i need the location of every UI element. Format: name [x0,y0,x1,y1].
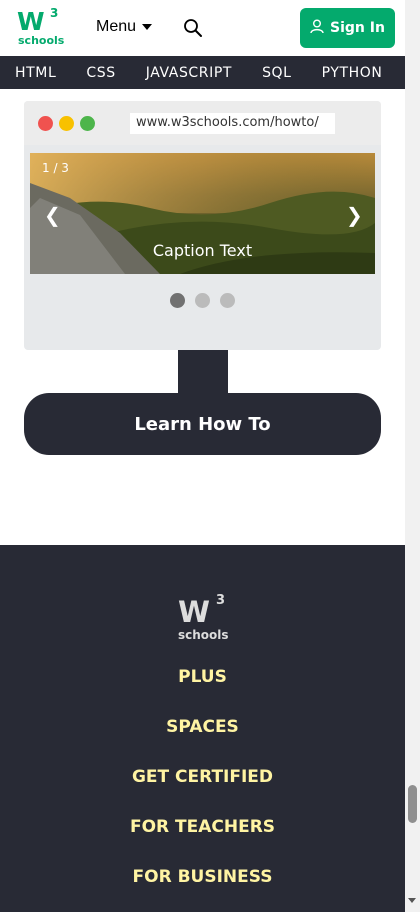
footer-logo[interactable]: W 3 schools [178,593,230,645]
w3schools-logo[interactable]: W 3 schools [17,6,65,47]
logo-superscript: 3 [50,6,59,20]
window-close-dot [38,116,53,131]
scrollbar-thumb[interactable] [408,785,417,823]
logo-main: W [17,7,45,36]
sign-in-label: Sign In [330,20,385,36]
top-header: W 3 schools Menu Sign In [0,0,405,56]
search-icon[interactable] [183,18,203,38]
nav-item-python[interactable]: PYTHON [307,65,398,81]
window-maximize-dot [80,116,95,131]
topic-nav: HTML CSS JAVASCRIPT SQL PYTHON [0,56,405,89]
slide-counter: 1 / 3 [42,161,69,175]
footer-logo-superscript: 3 [216,593,226,608]
nav-item-sql[interactable]: SQL [247,65,307,81]
footer-logo-subtitle: schools [178,628,229,642]
scrollbar-track[interactable] [405,0,420,912]
prev-slide-button[interactable]: ❮ [44,205,61,225]
slide-dot-1[interactable] [170,293,185,308]
slide-dots [170,293,235,308]
nav-item-html[interactable]: HTML [0,65,71,81]
slide-dot-3[interactable] [220,293,235,308]
footer-links: PLUS SPACES GET CERTIFIED FOR TEACHERS F… [0,663,405,912]
monitor-stand [178,350,228,394]
scroll-down-arrow-icon[interactable] [408,898,416,903]
footer-link-for-business[interactable]: FOR BUSINESS [0,863,405,912]
menu-button[interactable]: Menu [96,18,153,36]
window-minimize-dot [59,116,74,131]
nav-item-javascript[interactable]: JAVASCRIPT [131,65,247,81]
slide-dot-2[interactable] [195,293,210,308]
footer-link-get-certified[interactable]: GET CERTIFIED [0,763,405,813]
footer: W 3 schools PLUS SPACES GET CERTIFIED FO… [0,545,405,912]
logo-subtitle: schools [18,34,65,47]
address-bar: www.w3schools.com/howto/ [130,113,335,134]
slideshow: 1 / 3 ❮ ❯ Caption Text [30,153,375,274]
footer-link-for-teachers[interactable]: FOR TEACHERS [0,813,405,863]
howto-browser-mockup: www.w3schools.com/howto/ 1 / 3 ❮ ❯ Capti… [24,101,381,350]
menu-label: Menu [96,18,137,35]
user-icon [310,19,324,38]
footer-logo-main: W [178,595,210,629]
browser-title-bar: www.w3schools.com/howto/ [24,101,381,145]
learn-how-to-button[interactable]: Learn How To [24,393,381,455]
footer-link-plus[interactable]: PLUS [0,663,405,713]
page: W 3 schools Menu Sign In HTML CSS JAVASC… [0,0,420,912]
next-slide-button[interactable]: ❯ [346,205,363,225]
nav-item-css[interactable]: CSS [71,65,130,81]
sign-in-button[interactable]: Sign In [300,8,395,48]
slide-caption: Caption Text [152,241,253,260]
caret-down-icon [142,24,153,30]
footer-link-spaces[interactable]: SPACES [0,713,405,763]
